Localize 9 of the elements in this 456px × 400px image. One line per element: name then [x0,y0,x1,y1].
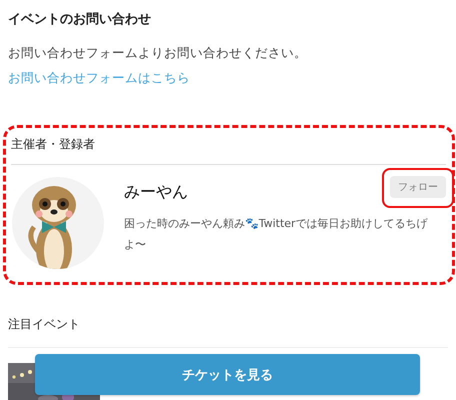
section-heading: イベントのお問い合わせ [8,11,152,28]
organizer-name: みーやん [124,182,188,203]
ticket-button[interactable]: チケットを見る [35,354,420,395]
contact-text: お問い合わせフォームよりお問い合わせください。 [8,45,308,62]
section-heading: 主催者・登録者 [11,136,96,153]
section-heading: 注目イベント [8,316,81,333]
bio-text: 困った時のみーやん頼み🐾Twitterでは毎日お助けしてるちげよ〜 [124,216,429,253]
contact-form-link[interactable]: お問い合わせフォームはこちら [8,70,190,85]
follow-button[interactable]: フォロー [390,176,446,198]
